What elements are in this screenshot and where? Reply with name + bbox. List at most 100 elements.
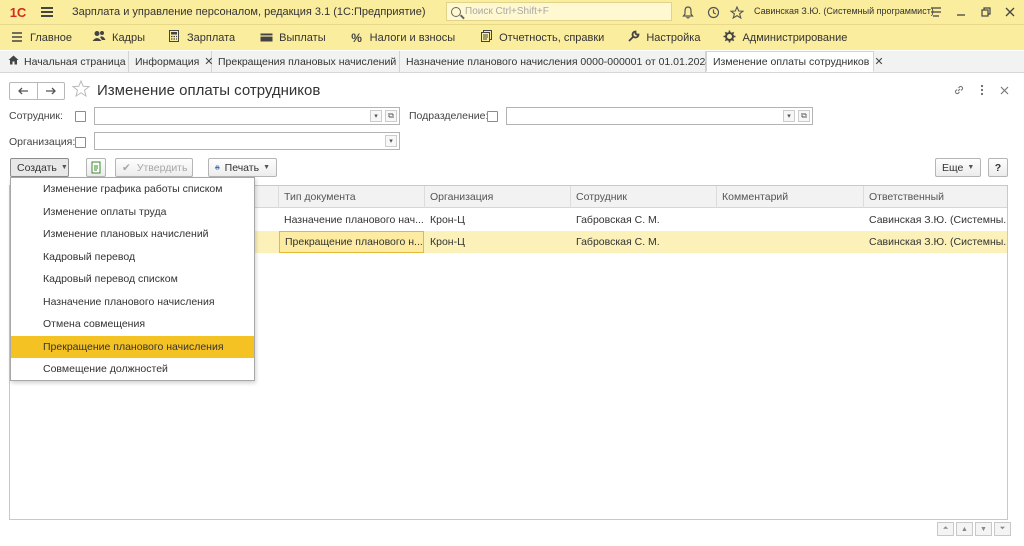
menu-item[interactable]: Изменение графика работы списком <box>11 178 254 200</box>
restore-icon[interactable] <box>977 3 995 21</box>
tab-label: Изменение оплаты сотрудников <box>713 55 870 68</box>
open-icon[interactable]: ⧉ <box>385 110 397 122</box>
favorite-star-icon[interactable] <box>71 79 91 102</box>
table-cell <box>717 231 863 253</box>
link-icon[interactable] <box>953 84 965 99</box>
tab-close-icon[interactable]: ✕ <box>874 55 883 68</box>
tab-info[interactable]: Информация ✕ <box>129 51 214 72</box>
sections-panel: Главное Кадры Зарплата Выплаты % Налоги … <box>0 24 1024 50</box>
bell-icon[interactable] <box>680 4 696 20</box>
chevron-down-icon[interactable]: ▾ <box>783 110 795 122</box>
approve-button[interactable]: ✔ Утвердить <box>115 158 193 177</box>
chevron-down-icon[interactable]: ▾ <box>385 135 397 147</box>
organization-filter-label: Организация: <box>9 136 76 148</box>
create-label: Создать <box>17 161 57 174</box>
table-cell: Назначение планового нач... <box>284 214 424 226</box>
more-vertical-icon[interactable] <box>980 84 984 99</box>
section-label: Администрирование <box>742 31 848 44</box>
tab-plan-assignment[interactable]: Назначение планового начисления 0000-000… <box>400 51 725 72</box>
tab-label: Назначение планового начисления 0000-000… <box>406 55 712 68</box>
department-filter-label: Подразделение: <box>409 110 489 122</box>
column-header[interactable]: Тип документа <box>278 186 424 208</box>
employee-filter-label: Сотрудник: <box>9 110 63 122</box>
current-user[interactable]: Савинская З.Ю. (Системный программист) <box>754 6 934 16</box>
menu-item[interactable]: Изменение оплаты труда <box>11 201 254 223</box>
copy-document-button[interactable] <box>86 158 106 177</box>
approve-label: Утвердить <box>136 161 188 174</box>
table-cell: Крон-Ц <box>430 214 465 226</box>
search-icon <box>451 6 461 17</box>
document-green-icon <box>91 161 101 174</box>
menu-item[interactable]: Кадровый перевод <box>11 246 254 268</box>
organization-filter-checkbox[interactable] <box>75 137 86 148</box>
section-settings[interactable]: Настройка <box>612 25 708 51</box>
history-icon[interactable] <box>705 4 721 20</box>
section-reports[interactable]: Отчетность, справки <box>463 25 612 51</box>
close-icon[interactable] <box>1001 3 1019 21</box>
column-header[interactable]: Сотрудник <box>570 186 716 208</box>
navigation-buttons <box>9 82 65 100</box>
gear-icon <box>722 30 736 46</box>
favorites-star-icon[interactable] <box>729 4 745 20</box>
search-input[interactable]: Поиск Ctrl+Shift+F <box>446 2 672 21</box>
print-label: Печать <box>224 161 260 174</box>
home-icon <box>8 55 19 68</box>
menu-item[interactable]: Совмещение должностей <box>11 358 254 380</box>
people-icon <box>92 30 106 45</box>
menu-icon <box>10 31 24 45</box>
column-header[interactable]: Комментарий <box>716 186 863 208</box>
section-salary[interactable]: Зарплата <box>153 25 243 51</box>
section-label: Кадры <box>112 31 145 44</box>
tab-label: Информация <box>135 55 200 68</box>
employee-filter-field[interactable]: ▾ ⧉ <box>94 107 400 125</box>
1c-logo: 1С <box>9 4 27 20</box>
tab-plan-terminations[interactable]: Прекращения плановых начислений✕ <box>212 51 410 72</box>
scroll-bottom-icon[interactable]: ⏷ <box>994 522 1011 536</box>
table-cell: Савинская З.Ю. (Системны... <box>869 236 1007 248</box>
column-header[interactable]: Организация <box>424 186 570 208</box>
wallet-icon <box>259 31 273 45</box>
section-admin[interactable]: Администрирование <box>708 25 855 51</box>
tab-label: Прекращения плановых начислений <box>218 55 397 68</box>
back-arrow-icon[interactable] <box>10 83 38 99</box>
scroll-top-icon[interactable]: ⏶ <box>937 522 954 536</box>
menu-item[interactable]: Кадровый перевод списком <box>11 268 254 290</box>
section-label: Выплаты <box>279 31 326 44</box>
menu-item[interactable]: Изменение плановых начислений <box>11 223 254 245</box>
help-button[interactable]: ? <box>988 158 1008 177</box>
close-form-icon[interactable] <box>1000 84 1009 98</box>
section-payments[interactable]: Выплаты <box>243 25 333 51</box>
open-icon[interactable]: ⧉ <box>798 110 810 122</box>
section-taxes[interactable]: % Налоги и взносы <box>334 25 464 51</box>
chevron-down-icon: ▼ <box>263 164 270 171</box>
chevron-down-icon: ▼ <box>967 164 975 171</box>
organization-filter-field[interactable]: ▾ <box>94 132 400 150</box>
chevron-down-icon: ▼ <box>60 164 68 171</box>
forward-arrow-icon[interactable] <box>38 83 65 99</box>
menu-item[interactable]: Назначение планового начисления <box>11 291 254 313</box>
create-button[interactable]: Создать ▼ <box>10 158 69 177</box>
tab-home[interactable]: Начальная страница <box>0 51 129 72</box>
section-hr[interactable]: Кадры <box>80 25 153 51</box>
department-filter-field[interactable]: ▾ ⧉ <box>506 107 813 125</box>
more-actions-button[interactable]: Еще ▼ <box>935 158 981 177</box>
table-cell: Габровская С. М. <box>576 214 660 226</box>
menu-item-highlighted[interactable]: Прекращение планового начисления <box>11 336 254 358</box>
scroll-up-icon[interactable]: ▲ <box>956 522 973 536</box>
more-label: Еще <box>942 161 964 174</box>
section-main[interactable]: Главное <box>0 25 80 51</box>
employee-filter-checkbox[interactable] <box>75 111 86 122</box>
menu-item[interactable]: Отмена совмещения <box>11 313 254 335</box>
section-label: Зарплата <box>187 31 236 44</box>
tab-pay-change[interactable]: Изменение оплаты сотрудников ✕ <box>706 51 884 72</box>
column-header[interactable]: Ответственный <box>863 186 1007 208</box>
scroll-down-icon[interactable]: ▼ <box>975 522 992 536</box>
main-menu-icon[interactable] <box>36 0 58 24</box>
search-placeholder: Поиск Ctrl+Shift+F <box>465 6 549 17</box>
minimize-icon[interactable] <box>952 3 970 21</box>
department-filter-checkbox[interactable] <box>487 111 498 122</box>
table-cell: Савинская З.Ю. (Системны... <box>869 214 1007 226</box>
chevron-down-icon[interactable]: ▾ <box>370 110 382 122</box>
settings-menu-icon[interactable] <box>927 3 945 21</box>
print-button[interactable]: Печать ▼ <box>208 158 277 177</box>
